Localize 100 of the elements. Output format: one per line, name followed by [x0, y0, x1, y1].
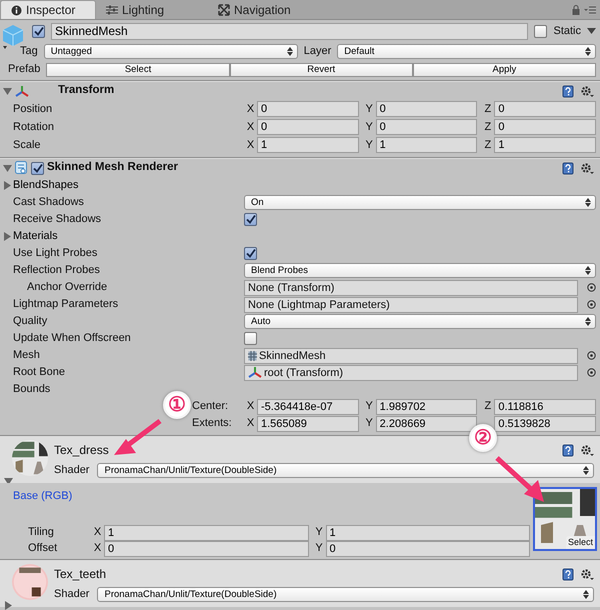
axes-icon [15, 84, 29, 98]
object-field[interactable]: SkinnedMesh [244, 348, 578, 364]
mesh-icon [248, 350, 257, 360]
property-label: Center: [192, 400, 228, 412]
number-field[interactable]: 0 [494, 119, 596, 135]
axis-label: X [246, 120, 256, 135]
updown-arrows-icon [585, 266, 591, 275]
tag-dropdown[interactable]: Untagged [44, 44, 298, 59]
checkmark-icon [32, 164, 42, 172]
component-title: Skinned Mesh Renderer [47, 160, 178, 176]
number-field[interactable]: 1 [376, 137, 478, 153]
axis-label: X [92, 541, 102, 556]
number-field[interactable]: 0 [376, 101, 478, 117]
checkbox[interactable] [244, 213, 257, 226]
number-field[interactable]: 1.565089 [257, 416, 359, 432]
checkbox[interactable] [244, 332, 257, 345]
number-field[interactable]: 0.5139828 [494, 416, 596, 432]
foldout-toggle[interactable] [4, 601, 13, 610]
prefab-button[interactable]: Select [46, 62, 230, 76]
number-field[interactable]: 0 [257, 119, 359, 135]
lock-icon[interactable] [572, 4, 580, 14]
updown-arrows-icon [585, 198, 591, 207]
pointer-arrow [114, 419, 162, 455]
settings-icon[interactable] [580, 568, 594, 580]
axis-label: Y [364, 102, 374, 117]
checkbox[interactable] [534, 24, 548, 38]
updown-arrows-icon [583, 466, 589, 475]
foldout-arrow-icon[interactable] [3, 181, 12, 190]
property-label: Quality [13, 315, 48, 328]
number-field[interactable]: 1 [257, 137, 359, 153]
property-label: Extents: [192, 417, 232, 430]
foldout-toggle[interactable]: BlendShapes [3, 177, 78, 194]
shader-dropdown[interactable]: PronamaChan/Unlit/Texture(DoubleSide) [97, 586, 594, 602]
prefab-button[interactable]: Revert [230, 62, 413, 76]
shader-label: Shader [54, 587, 90, 602]
prefab-label: Prefab [8, 62, 40, 78]
component-title: Transform [58, 83, 114, 98]
updown-arrows-icon [585, 317, 591, 326]
foldout-arrow-icon[interactable] [3, 164, 12, 172]
property-label: Tiling [28, 525, 55, 540]
menu-icon[interactable] [584, 5, 596, 14]
property-label: Use Light Probes [13, 247, 98, 260]
axis-label: Y [314, 541, 324, 556]
prefab-button[interactable]: Apply [412, 62, 596, 76]
number-field[interactable]: 1 [494, 137, 596, 153]
number-field[interactable]: 2.208669 [376, 416, 478, 432]
foldout-arrow-icon[interactable] [3, 86, 12, 96]
number-field[interactable]: 0 [257, 101, 359, 117]
expand-arrows-icon [218, 4, 230, 16]
layer-dropdown[interactable]: Default [337, 44, 596, 59]
dropdown[interactable]: Auto [244, 314, 596, 329]
number-field[interactable]: -5.364418e-07 [257, 398, 359, 414]
axis-label: X [246, 399, 256, 414]
property-label: Reflection Probes [13, 264, 100, 276]
dropdown-caret-icon[interactable] [587, 28, 596, 34]
foldout-toggle[interactable] [4, 477, 13, 486]
property-label: Cast Shadows [13, 196, 84, 208]
number-field[interactable]: 0 [494, 101, 596, 117]
help-icon[interactable] [562, 162, 574, 174]
checkbox[interactable] [244, 247, 257, 260]
tab[interactable]: Lighting [96, 0, 192, 19]
checkbox[interactable] [31, 162, 44, 174]
property-label: Root Bone [13, 366, 65, 378]
settings-icon[interactable] [580, 162, 594, 174]
foldout-toggle[interactable]: Materials [3, 228, 58, 245]
tab[interactable]: Navigation [208, 0, 318, 19]
number-field[interactable]: 0 [326, 540, 530, 556]
object-field[interactable]: None (Lightmap Parameters) [244, 296, 578, 312]
property-label: Update When Offscreen [13, 332, 131, 344]
settings-icon[interactable] [580, 444, 594, 456]
shader-label: Shader [54, 463, 90, 478]
tab[interactable]: Inspector [0, 0, 96, 19]
help-icon[interactable] [562, 568, 574, 580]
help-icon[interactable] [562, 84, 574, 98]
property-label: Scale [13, 138, 41, 151]
number-field[interactable]: 1 [326, 524, 530, 540]
property-label: Mesh [13, 349, 40, 362]
name-field[interactable]: SkinnedMesh [51, 22, 528, 40]
axis-label: Z [483, 102, 492, 117]
checkbox[interactable] [32, 24, 45, 38]
object-field[interactable]: root (Transform) [244, 364, 578, 380]
number-field[interactable]: 1 [104, 524, 308, 540]
shader-dropdown[interactable]: PronamaChan/Unlit/Texture(DoubleSide) [97, 462, 594, 478]
number-field[interactable]: 0 [376, 119, 478, 135]
property-label: Rotation [13, 120, 54, 133]
axis-label: X [246, 102, 256, 117]
property-label: Lightmap Parameters [13, 298, 118, 310]
foldout-arrow-icon[interactable] [3, 232, 12, 241]
settings-icon[interactable] [580, 84, 594, 98]
help-icon[interactable] [562, 444, 574, 456]
object-field[interactable]: None (Transform) [244, 280, 578, 296]
texture-slot[interactable]: Select [533, 487, 597, 551]
number-field[interactable]: 0.118816 [494, 398, 596, 414]
number-field[interactable]: 1.989702 [376, 398, 478, 414]
dropdown[interactable]: Blend Probes [244, 263, 596, 278]
checkmark-icon [246, 249, 256, 258]
number-field[interactable]: 0 [104, 540, 308, 556]
updown-arrows-icon [585, 47, 591, 56]
checkmark-icon [34, 26, 44, 36]
dropdown[interactable]: On [244, 195, 596, 210]
